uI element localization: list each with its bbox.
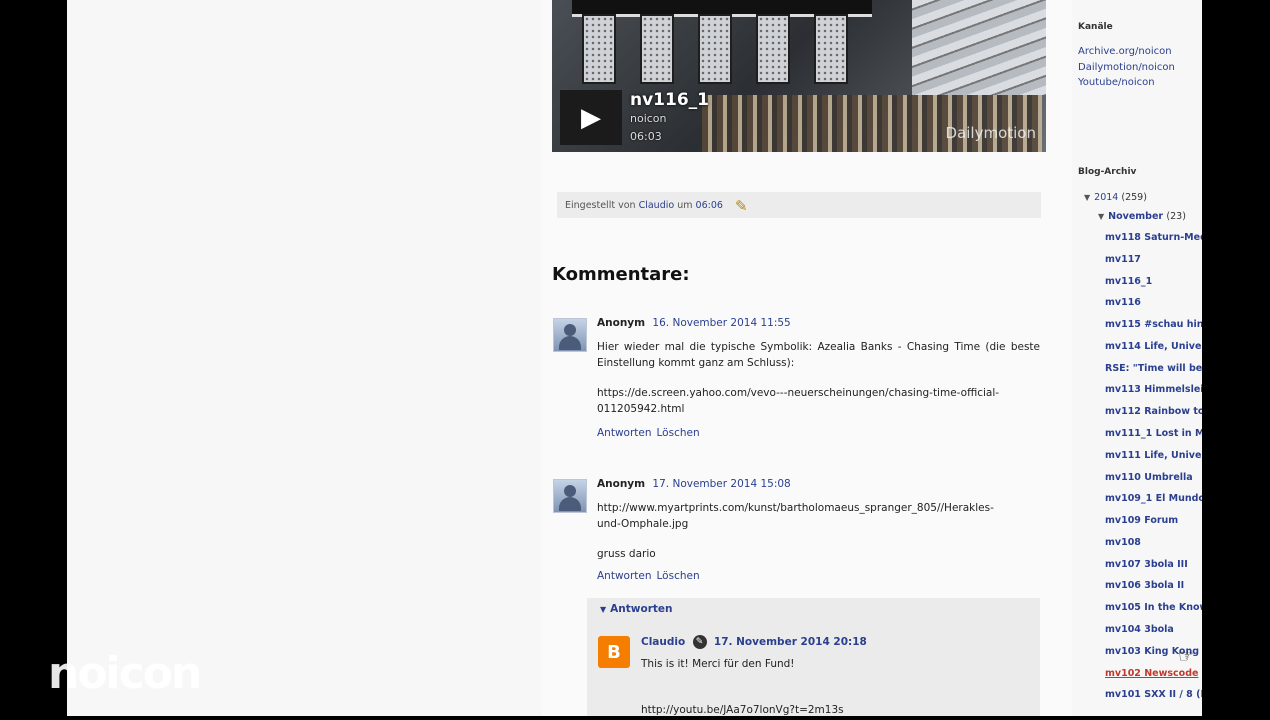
video-panel [814,14,848,84]
channel-link[interactable]: Youtube/noicon [1078,77,1155,88]
archive-year-label: 2014 [1094,192,1119,203]
avatar[interactable] [553,479,587,513]
channel-link[interactable]: Dailymotion/noicon [1078,62,1175,73]
archive-post-link[interactable]: mv113 Himmelsleite [1105,384,1202,395]
comment-author: Anonym [597,478,646,490]
archive-post-link[interactable]: mv107 3bola III [1105,559,1188,570]
replies-toggle[interactable]: ▼ Antworten [600,603,673,615]
post-author-link[interactable]: Claudio [639,200,675,211]
archive-post-link[interactable]: mv108 [1105,537,1141,548]
video-title[interactable]: nv116_1 [630,90,709,110]
comment-author: Anonym [597,317,646,329]
delete-link[interactable]: Löschen [657,570,700,582]
comment: Anonym 16. November 2014 11:55 Hier wied… [597,315,1040,441]
archive-post-link[interactable]: mv117 [1105,254,1141,265]
channel-link[interactable]: Archive.org/noicon [1078,46,1172,57]
avatar[interactable] [553,318,587,352]
video-panel [582,14,616,84]
dailymotion-logo[interactable]: Dailymotion [946,124,1036,142]
video-panel [640,14,674,84]
comment-text: gruss dario [597,548,656,560]
archive-post-link[interactable]: RSE: "Time will be I [1105,363,1202,374]
video-channel[interactable]: noicon [630,112,667,125]
video-embed[interactable]: ▶ nv116_1 noicon 06:03 Dailymotion [552,0,1046,152]
admin-pencil-icon: ✎ [692,635,707,649]
collapse-triangle-icon: ▼ [600,605,607,614]
post-time-link[interactable]: 06:06 [696,200,723,211]
archive-post-link[interactable]: mv110 Umbrella [1105,472,1193,483]
archive-year-count: (259) [1121,192,1147,203]
archive-post-link[interactable]: mv109 Forum [1105,515,1178,526]
archive-post-link[interactable]: mv116_1 [1105,276,1152,287]
blogger-avatar-icon[interactable]: B [598,636,630,668]
posted-by-label: Eingestellt von [565,199,636,211]
video-panel [756,14,790,84]
posted-at-label: um [677,199,693,211]
reply-date-link[interactable]: 17. November 2014 20:18 [714,636,867,648]
comment-text: Hier wieder mal die typische Symbolik: A… [597,341,1040,369]
reply-comment: Claudio ✎ 17. November 2014 20:18 This i… [641,634,1031,716]
archive-month[interactable]: ▼ November (23) [1098,211,1186,222]
archive-month-label: November [1108,211,1164,222]
comment-date-link[interactable]: 16. November 2014 11:55 [652,317,790,329]
archive-post-link[interactable]: mv105 In the Know [1105,602,1202,613]
archive-post-link[interactable]: mv111 Life, Univers [1105,450,1202,461]
video-duration: 06:03 [630,130,662,143]
post-footer: Eingestellt von Claudio um 06:06 [557,192,1041,218]
reply-text: This is it! Merci für den Fund! [641,658,795,670]
archive-post-link[interactable]: mv112 Rainbow to t [1105,406,1202,417]
archive-heading: Blog-Archiv [1078,167,1137,177]
comment-link[interactable]: https://de.screen.yahoo.com/vevo---neuer… [597,385,1040,417]
expand-triangle-icon: ▼ [1084,193,1091,202]
comment: Anonym 17. November 2014 15:08 http://ww… [597,476,1040,584]
archive-post-link[interactable]: mv114 Life, Univers [1105,341,1202,352]
video-panel [698,14,732,84]
reply-author-link[interactable]: Claudio [641,636,685,648]
reply-link[interactable]: Antworten [597,427,652,439]
archive-post-link[interactable]: mv104 3bola [1105,624,1174,635]
blog-page: ▶ nv116_1 noicon 06:03 Dailymotion Einge… [67,0,1202,716]
edit-pencil-icon[interactable]: ✎ [735,197,748,215]
delete-link[interactable]: Löschen [657,427,700,439]
noicon-watermark-logo: noicon [48,648,202,699]
archive-post-link[interactable]: mv115 #schau hin [1105,319,1202,330]
comment-date-link[interactable]: 17. November 2014 15:08 [652,478,790,490]
sidebar: Kanäle Archive.org/noicon Dailymotion/no… [1078,0,1202,716]
archive-year[interactable]: ▼ 2014 (259) [1084,192,1147,203]
archive-month-count: (23) [1166,211,1186,222]
archive-post-link[interactable]: mv111_1 Lost in Mu [1105,428,1202,439]
play-icon: ▶ [581,102,601,133]
archive-post-link[interactable]: mv109_1 El Mundo [1105,493,1202,504]
play-button[interactable]: ▶ [560,90,622,145]
comment-link[interactable]: http://www.myartprints.com/kunst/barthol… [597,500,997,532]
expand-triangle-icon: ▼ [1098,212,1105,221]
archive-post-link[interactable]: mv106 3bola II [1105,580,1184,591]
reply-link[interactable]: Antworten [597,570,652,582]
archive-post-link[interactable]: mv101 SXX II / 8 (Re [1105,689,1202,700]
archive-post-link-hovered[interactable]: mv102 Newscode [1105,668,1198,679]
reply-link-url[interactable]: http://youtu.be/JAa7o7lonVg?t=2m13s [641,702,1031,716]
left-margin [67,0,537,716]
archive-post-link[interactable]: mv118 Saturn-Medie [1105,232,1202,243]
video-tower [912,0,1046,95]
replies-toggle-label: Antworten [610,603,673,615]
hand-cursor-icon: ☞ [1178,646,1195,667]
comments-heading: Kommentare: [552,264,690,285]
archive-post-link[interactable]: mv116 [1105,297,1141,308]
channels-heading: Kanäle [1078,22,1113,32]
